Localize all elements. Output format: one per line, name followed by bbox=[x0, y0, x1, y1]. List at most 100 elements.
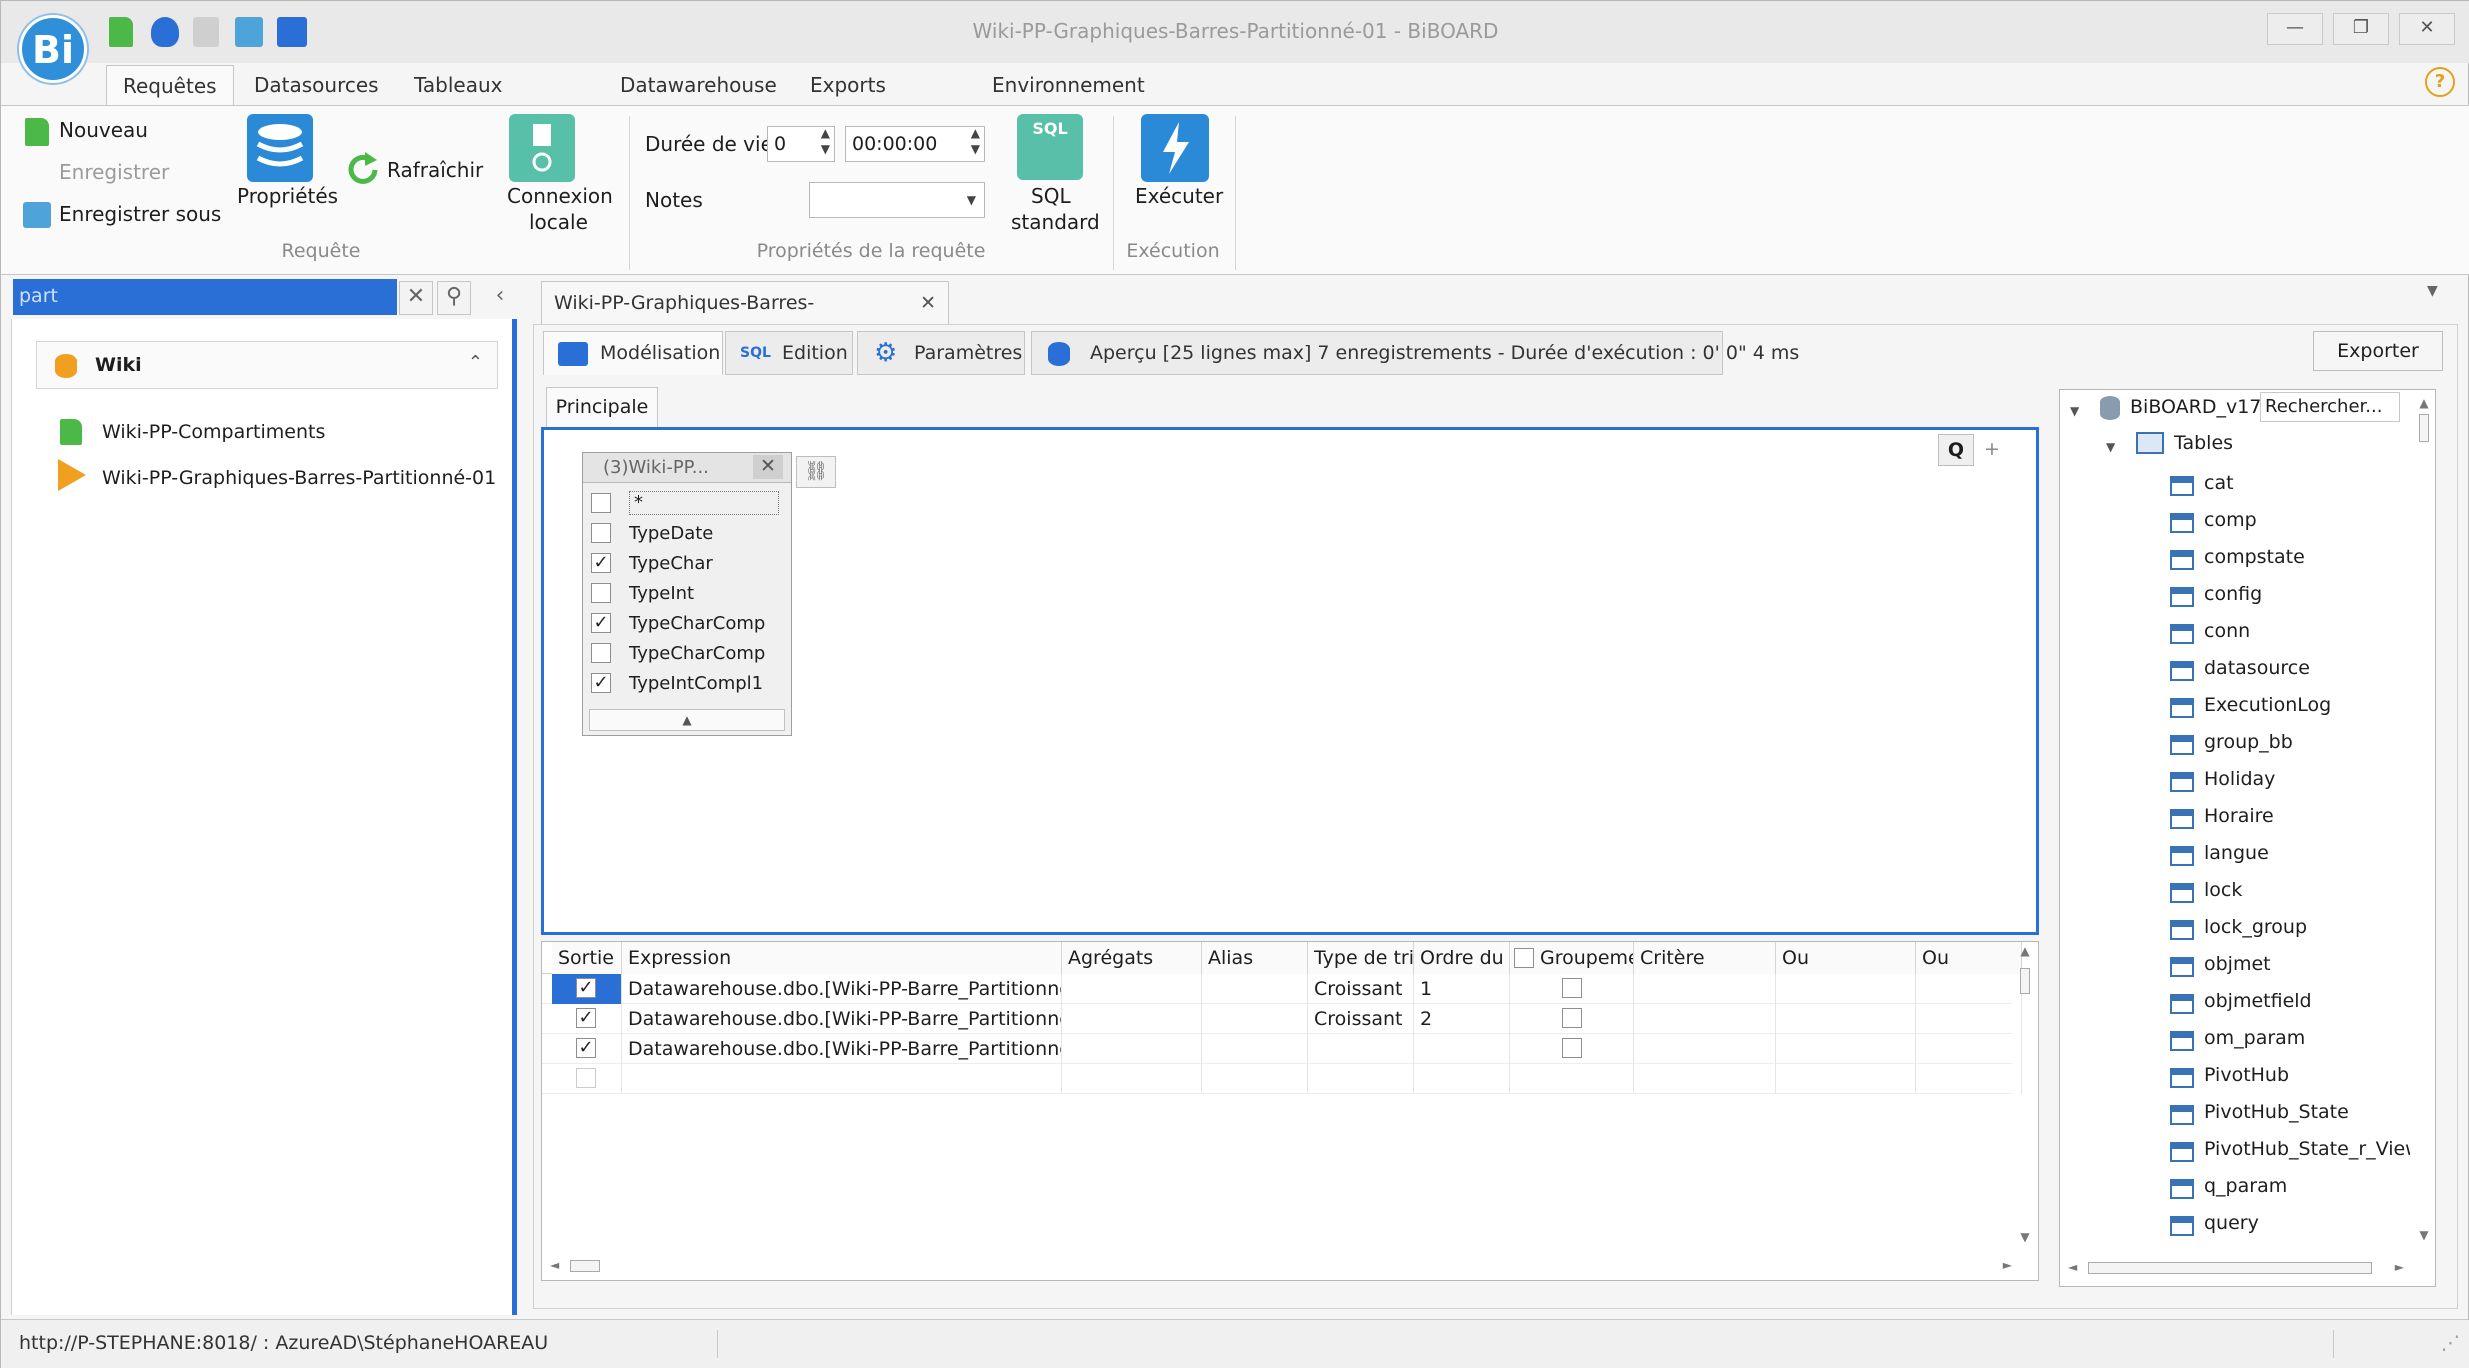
grid-cell-agregats[interactable] bbox=[1062, 1004, 1202, 1034]
grid-cell-ou[interactable] bbox=[1776, 1034, 1916, 1064]
grid-cell-critere[interactable] bbox=[1634, 1004, 1776, 1034]
grid-cell-ou[interactable] bbox=[1776, 974, 1916, 1004]
column-header-sortie[interactable]: Sortie bbox=[552, 942, 622, 974]
grid-cell-critere[interactable] bbox=[1634, 1034, 1776, 1064]
model-canvas[interactable]: (3)Wiki-PP... ✕ * TypeDate ✓ TypeChar TypeIn… bbox=[541, 427, 2039, 935]
notes-select[interactable]: ▼ bbox=[809, 182, 985, 218]
refresh-icon[interactable] bbox=[345, 152, 381, 188]
type-tri-cell[interactable]: Croissant bbox=[1308, 1004, 1414, 1034]
tree-table-item[interactable]: Holiday bbox=[2170, 766, 2410, 796]
column-header-alias[interactable]: Alias bbox=[1202, 942, 1308, 974]
nouveau-button[interactable]: Nouveau bbox=[59, 118, 148, 142]
zoom-in-icon[interactable]: + bbox=[1980, 434, 2004, 466]
grid-cell-ou-2[interactable] bbox=[1916, 1064, 2022, 1094]
proprietes-button[interactable]: Propriétés bbox=[237, 184, 338, 208]
enregistrer-button[interactable]: Enregistrer bbox=[59, 160, 169, 184]
column-header-ordre-du-tri[interactable]: Ordre du tr bbox=[1414, 942, 1510, 974]
tab-tableaux-de-bord[interactable]: Tableaux de bord bbox=[414, 65, 503, 137]
type-tri-cell[interactable] bbox=[1308, 1034, 1414, 1064]
sortie-cell[interactable] bbox=[552, 1064, 622, 1094]
tree-table-item[interactable]: PivotHub_State bbox=[2170, 1099, 2410, 1129]
field-checkbox[interactable]: ✓ bbox=[591, 553, 611, 573]
tab-apercu[interactable]: Aperçu [25 lignes max] 7 enregistrements… bbox=[1031, 331, 1799, 375]
groupement-checkbox[interactable] bbox=[1562, 1038, 1582, 1058]
chevron-down-icon[interactable]: ▼ bbox=[967, 183, 976, 217]
tree-table-item[interactable]: q_param bbox=[2170, 1173, 2410, 1203]
remove-table-icon[interactable]: ✕ bbox=[753, 455, 783, 479]
grid-row[interactable] bbox=[542, 1064, 2022, 1094]
sortie-checkbox[interactable] bbox=[576, 1068, 596, 1088]
field-checkbox[interactable] bbox=[591, 583, 611, 603]
wiki-section-header[interactable]: Wiki ⌃ bbox=[36, 341, 498, 389]
groupement-cell[interactable] bbox=[1510, 1004, 1634, 1034]
grid-cell-ou-2[interactable] bbox=[1916, 1004, 2022, 1034]
tree-table-item[interactable]: compstate bbox=[2170, 544, 2410, 574]
expression-cell[interactable] bbox=[622, 1064, 1062, 1094]
tree-item-graphiques-barres[interactable]: Wiki-PP-Graphiques-Barres-Partitionné-01 bbox=[102, 467, 496, 489]
duree-time-stepper[interactable]: 00:00:00 ▲ ▼ bbox=[845, 126, 985, 162]
tab-requetes[interactable]: Requêtes bbox=[106, 65, 234, 105]
type-tri-cell[interactable] bbox=[1308, 1064, 1414, 1094]
grid-cell-alias[interactable] bbox=[1202, 1034, 1308, 1064]
sql-label[interactable]: SQL bbox=[1031, 184, 1071, 208]
expand-root-icon[interactable]: ▼ bbox=[2070, 404, 2079, 418]
table-box-header[interactable]: (3)Wiki-PP... ✕ bbox=[583, 453, 791, 483]
stepper-arrows-icon[interactable]: ▲ ▼ bbox=[821, 125, 830, 157]
db-root-label[interactable]: BiBOARD_v17 bbox=[2130, 396, 2261, 418]
rafraichir-button[interactable]: Rafraîchir bbox=[387, 158, 483, 182]
column-header-agregats[interactable]: Agrégats bbox=[1062, 942, 1202, 974]
tab-list-chevron-icon[interactable]: ▼ bbox=[2427, 283, 2438, 299]
resize-grip-icon[interactable]: ⋰ bbox=[2441, 1320, 2460, 1366]
sortie-checkbox[interactable]: ✓ bbox=[576, 1008, 596, 1028]
tree-table-item[interactable]: Horaire bbox=[2170, 803, 2410, 833]
tree-table-item[interactable]: om_param bbox=[2170, 1025, 2410, 1055]
grid-vertical-scrollbar[interactable]: ▲ ▼ bbox=[2014, 944, 2036, 1244]
sortie-checkbox[interactable]: ✓ bbox=[576, 978, 596, 998]
tab-datawarehouse[interactable]: Datawarehouse bbox=[620, 65, 777, 105]
tree-table-item[interactable]: lock_group bbox=[2170, 914, 2410, 944]
column-header-expression[interactable]: Expression bbox=[622, 942, 1062, 974]
help-icon[interactable]: ? bbox=[2425, 67, 2455, 97]
tab-edition[interactable]: SQL Edition bbox=[725, 331, 853, 375]
tree-table-item[interactable]: cat bbox=[2170, 470, 2410, 500]
ordre-tri-cell[interactable] bbox=[1414, 1034, 1510, 1064]
grid-cell-ou-2[interactable] bbox=[1916, 1034, 2022, 1064]
table-field-row[interactable]: TypeInt bbox=[589, 579, 785, 609]
search-input[interactable]: part bbox=[13, 279, 397, 315]
sql-icon[interactable]: SQL bbox=[1017, 114, 1083, 180]
tree-table-item[interactable]: conn bbox=[2170, 618, 2410, 648]
collapse-panel-icon[interactable]: ‹ bbox=[483, 281, 517, 315]
executer-button[interactable]: Exécuter bbox=[1135, 184, 1223, 208]
exporter-button[interactable]: Exporter bbox=[2313, 331, 2443, 371]
table-search-input[interactable]: Rechercher... bbox=[2260, 392, 2400, 422]
grid-row[interactable]: ✓ Datawarehouse.dbo.[Wiki-PP-Barre_Partit… bbox=[542, 974, 2022, 1004]
groupement-checkbox[interactable] bbox=[1562, 1008, 1582, 1028]
tree-table-item[interactable]: comp bbox=[2170, 507, 2410, 537]
grid-row[interactable]: ✓ Datawarehouse.dbo.[Wiki-PP-Barre_Partit… bbox=[542, 1034, 2022, 1064]
locale-label[interactable]: locale bbox=[529, 210, 588, 234]
grid-horizontal-scrollbar[interactable]: ◄ ► bbox=[542, 1254, 2012, 1278]
connexion-label[interactable]: Connexion bbox=[507, 184, 613, 208]
table-field-row[interactable]: ✓ TypeIntCompl1 bbox=[589, 669, 785, 699]
grid-cell-alias[interactable] bbox=[1202, 1064, 1308, 1094]
tab-datasources[interactable]: Datasources bbox=[254, 65, 379, 105]
tree-table-item[interactable]: langue bbox=[2170, 840, 2410, 870]
ordre-tri-cell[interactable]: 1 bbox=[1414, 974, 1510, 1004]
maximize-button[interactable]: ❐ bbox=[2333, 13, 2389, 45]
sortie-cell[interactable]: ✓ bbox=[552, 1034, 622, 1064]
table-field-row[interactable]: TypeCharComp bbox=[589, 639, 785, 669]
clear-search-icon[interactable]: ✕ bbox=[399, 281, 433, 315]
column-header-critere[interactable]: Critère bbox=[1634, 942, 1776, 974]
grid-row[interactable]: ✓ Datawarehouse.dbo.[Wiki-PP-Barre_Partit… bbox=[542, 1004, 2022, 1034]
execute-lightning-icon[interactable] bbox=[1141, 114, 1209, 182]
tree-table-item[interactable]: datasource bbox=[2170, 655, 2410, 685]
tab-exports-mails[interactable]: Exports / Mails bbox=[810, 65, 886, 137]
field-checkbox[interactable] bbox=[591, 493, 611, 513]
sortie-cell[interactable]: ✓ bbox=[552, 974, 622, 1004]
field-checkbox[interactable]: ✓ bbox=[591, 613, 611, 633]
tree-table-item[interactable]: group_bb bbox=[2170, 729, 2410, 759]
tree-vertical-scrollbar[interactable]: ▲ ▼ bbox=[2414, 396, 2434, 1242]
table-field-row[interactable]: * bbox=[589, 489, 785, 519]
expression-cell[interactable]: Datawarehouse.dbo.[Wiki-PP-Barre_Partiti… bbox=[622, 1034, 1062, 1064]
sortie-checkbox[interactable]: ✓ bbox=[576, 1038, 596, 1058]
